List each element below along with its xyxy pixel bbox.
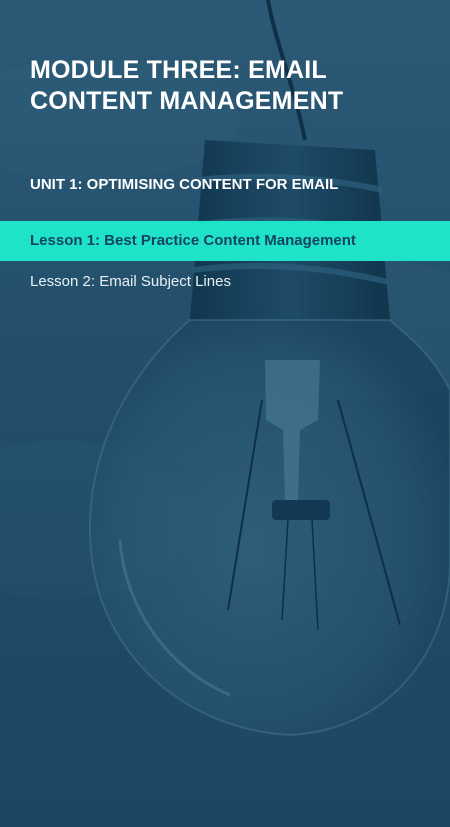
lesson-item-1[interactable]: Lesson 1: Best Practice Content Manageme… <box>0 221 450 261</box>
module-content: MODULE THREE: EMAIL CONTENT MANAGEMENT U… <box>0 0 450 827</box>
unit-title: UNIT 1: OPTIMISING CONTENT FOR EMAIL <box>30 176 339 193</box>
lesson-item-2[interactable]: Lesson 2: Email Subject Lines <box>0 261 450 303</box>
lesson-list: Lesson 1: Best Practice Content Manageme… <box>0 221 450 303</box>
module-panel: MODULE THREE: EMAIL CONTENT MANAGEMENT U… <box>0 0 450 827</box>
module-title: MODULE THREE: EMAIL CONTENT MANAGEMENT <box>30 56 344 115</box>
